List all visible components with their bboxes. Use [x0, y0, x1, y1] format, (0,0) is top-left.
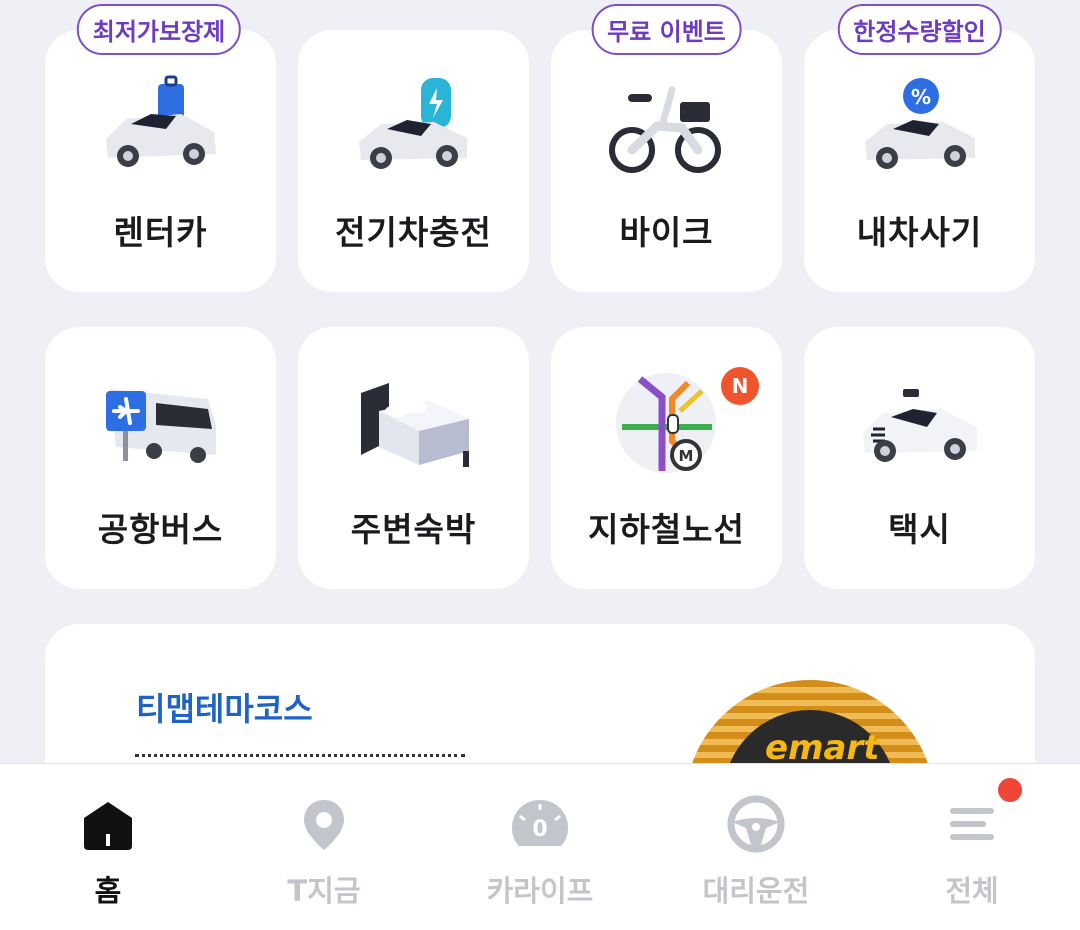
service-label: 전기차충전	[335, 213, 492, 252]
bike-icon	[602, 74, 732, 184]
airport-bus-icon	[96, 371, 226, 481]
new-badge: N	[721, 367, 759, 405]
bottom-nav: 홈 T지금 0 카라이프 대리운전 전체	[0, 763, 1080, 930]
banner-title: 티맵테마코스	[136, 690, 313, 728]
taxi-icon	[855, 371, 985, 481]
service-subway-map[interactable]: N M 지하철노선	[551, 327, 782, 589]
tab-label: 카라이프	[486, 874, 594, 908]
tab-t-now[interactable]: T지금	[216, 764, 432, 930]
promo-badge: 한정수량할인	[837, 4, 1002, 55]
speedometer-icon: 0	[510, 794, 570, 854]
promo-badge: 무료 이벤트	[591, 4, 742, 55]
service-bike[interactable]: 무료 이벤트 바이크	[551, 4, 782, 292]
banner-text-partial	[135, 754, 465, 762]
location-pin-icon	[294, 794, 354, 854]
tab-label: 홈	[94, 874, 122, 908]
rental-car-icon	[96, 74, 226, 184]
service-buy-car[interactable]: 한정수량할인 % 내차사기	[804, 4, 1035, 292]
tab-label: T지금	[287, 874, 361, 908]
service-taxi[interactable]: 택시	[804, 327, 1035, 589]
tab-designated-driver[interactable]: 대리운전	[648, 764, 864, 930]
service-label: 렌터카	[113, 213, 208, 252]
service-label: 바이크	[619, 213, 714, 252]
service-label: 지하철노선	[588, 510, 745, 549]
service-label: 택시	[888, 510, 951, 549]
svg-text:0: 0	[532, 817, 547, 842]
tab-all[interactable]: 전체	[864, 764, 1080, 930]
svg-text:%: %	[910, 85, 930, 109]
promo-badge: 최저가보장제	[76, 4, 242, 55]
tab-home[interactable]: 홈	[0, 764, 216, 930]
notification-dot	[998, 778, 1022, 802]
service-label: 주변숙박	[350, 510, 477, 549]
buy-car-icon: %	[855, 74, 985, 184]
service-label: 내차사기	[856, 213, 983, 252]
ev-charging-icon	[349, 74, 479, 184]
tab-label: 전체	[945, 874, 999, 908]
service-ev-charging[interactable]: 전기차충전	[298, 30, 529, 292]
service-grid: 최저가보장제 렌터카 전기차충전 무료 이벤트 바이크 한정수량할인 % 내차사…	[45, 4, 1035, 589]
service-rental-car[interactable]: 최저가보장제 렌터카	[45, 4, 276, 292]
service-nearby-lodging[interactable]: 주변숙박	[298, 327, 529, 589]
menu-icon	[942, 794, 1002, 854]
service-label: 공항버스	[97, 510, 224, 549]
bed-icon	[349, 371, 479, 481]
tab-label: 대리운전	[702, 874, 810, 908]
tab-carlife[interactable]: 0 카라이프	[432, 764, 648, 930]
steering-wheel-icon	[726, 794, 786, 854]
svg-text:M: M	[678, 447, 693, 465]
home-icon	[78, 794, 138, 854]
subway-map-icon: M	[602, 371, 732, 481]
service-airport-bus[interactable]: 공항버스	[45, 327, 276, 589]
